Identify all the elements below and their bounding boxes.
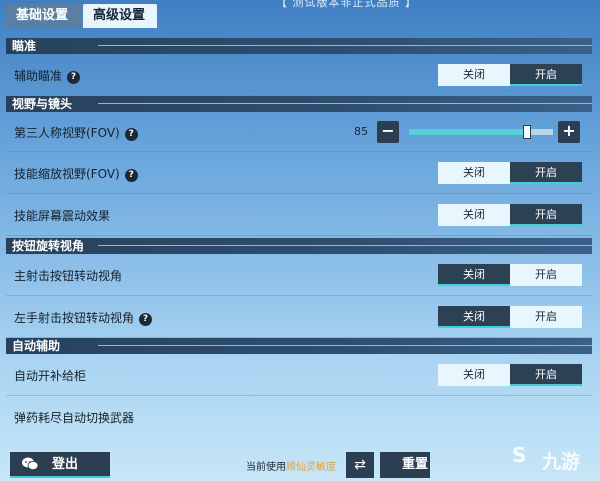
test-version-banner: 【 测试版本非正式品质 】 bbox=[276, 0, 417, 9]
help-icon[interactable]: ? bbox=[124, 128, 138, 141]
help-icon[interactable]: ? bbox=[124, 169, 138, 182]
help-icon[interactable]: ? bbox=[67, 71, 81, 84]
auto-switch-weapon-label: 弹药耗尽自动切换武器 bbox=[14, 411, 135, 425]
on-option[interactable]: 开启 bbox=[510, 364, 582, 386]
row-skill-zoom-fov: 技能缩放视野(FOV)? 关闭 开启 bbox=[6, 152, 592, 194]
row-left-fire-rotate: 左手射击按钮转动视角? 关闭 开启 bbox=[6, 296, 592, 338]
skill-shake-toggle[interactable]: 关闭 开启 bbox=[438, 204, 582, 226]
third-person-fov-label: 第三人称视野(FOV)? bbox=[14, 124, 138, 141]
section-auto-assist: 自动辅助 bbox=[6, 338, 592, 354]
wechat-icon bbox=[22, 457, 38, 471]
section-button-rotate: 按钮旋转视角 bbox=[6, 238, 592, 254]
aim-assist-toggle[interactable]: 关闭 开启 bbox=[438, 64, 582, 86]
row-auto-supply: 自动开补给柜 关闭 开启 bbox=[6, 354, 592, 396]
left-fire-rotate-label: 左手射击按钮转动视角? bbox=[14, 309, 153, 326]
row-skill-shake: 技能屏幕震动效果 关闭 开启 bbox=[6, 194, 592, 236]
fov-slider-handle[interactable] bbox=[523, 125, 532, 139]
help-icon[interactable]: ? bbox=[139, 313, 153, 326]
skill-zoom-fov-toggle[interactable]: 关闭 开启 bbox=[438, 162, 582, 184]
skill-zoom-fov-label: 技能缩放视野(FOV)? bbox=[14, 165, 138, 182]
bottom-bar: 登出 当前使用顺仙灵敏度 ⇄ 重置 bbox=[0, 446, 600, 481]
reset-button[interactable]: 重置 bbox=[380, 452, 430, 478]
fov-slider[interactable] bbox=[409, 125, 553, 139]
watermark-mark-icon: S bbox=[512, 443, 527, 467]
left-fire-rotate-toggle[interactable]: 关闭 开启 bbox=[438, 306, 582, 328]
off-option[interactable]: 关闭 bbox=[438, 364, 510, 386]
on-option[interactable]: 开启 bbox=[510, 162, 582, 184]
main-fire-rotate-toggle[interactable]: 关闭 开启 bbox=[438, 264, 582, 286]
section-aim: 瞄准 bbox=[6, 38, 592, 54]
aim-assist-label: 辅助瞄准? bbox=[14, 67, 81, 84]
sensitivity-name: 顺仙灵敏度 bbox=[286, 462, 336, 473]
off-option[interactable]: 关闭 bbox=[438, 306, 510, 328]
row-main-fire-rotate: 主射击按钮转动视角 关闭 开启 bbox=[6, 254, 592, 296]
on-option[interactable]: 开启 bbox=[510, 204, 582, 226]
off-option[interactable]: 关闭 bbox=[438, 204, 510, 226]
fov-decrease-button[interactable]: − bbox=[377, 121, 399, 143]
tab-basic-settings[interactable]: 基础设置 bbox=[6, 4, 82, 28]
fov-slider-fill bbox=[409, 129, 528, 135]
row-aim-assist: 辅助瞄准? 关闭 开启 bbox=[6, 54, 592, 96]
row-auto-switch-weapon: 弹药耗尽自动切换武器 bbox=[6, 396, 592, 438]
sensitivity-status: 当前使用顺仙灵敏度 bbox=[246, 462, 336, 473]
auto-supply-label: 自动开补给柜 bbox=[14, 369, 87, 383]
fov-increase-button[interactable]: + bbox=[558, 121, 580, 143]
off-option[interactable]: 关闭 bbox=[438, 264, 510, 286]
on-option[interactable]: 开启 bbox=[510, 264, 582, 286]
watermark-logo: S 九游 bbox=[512, 443, 598, 477]
swap-sensitivity-button[interactable]: ⇄ bbox=[346, 452, 374, 478]
off-option[interactable]: 关闭 bbox=[438, 64, 510, 86]
row-third-person-fov: 第三人称视野(FOV)? 85 − + bbox=[6, 112, 592, 152]
tab-advanced-settings[interactable]: 高级设置 bbox=[83, 4, 157, 28]
section-view: 视野与镜头 bbox=[6, 96, 592, 112]
fov-value: 85 bbox=[354, 125, 368, 138]
off-option[interactable]: 关闭 bbox=[438, 162, 510, 184]
skill-shake-label: 技能屏幕震动效果 bbox=[14, 209, 111, 223]
settings-panel[interactable]: 瞄准 辅助瞄准? 关闭 开启 视野与镜头 第三人称视野(FOV)? 85 − +… bbox=[6, 30, 592, 440]
auto-supply-toggle[interactable]: 关闭 开启 bbox=[438, 364, 582, 386]
watermark-text: 九游 bbox=[542, 451, 581, 473]
main-fire-rotate-label: 主射击按钮转动视角 bbox=[14, 269, 123, 283]
top-bar: 基础设置 高级设置 【 测试版本非正式品质 】 bbox=[0, 0, 600, 30]
on-option[interactable]: 开启 bbox=[510, 64, 582, 86]
on-option[interactable]: 开启 bbox=[510, 306, 582, 328]
